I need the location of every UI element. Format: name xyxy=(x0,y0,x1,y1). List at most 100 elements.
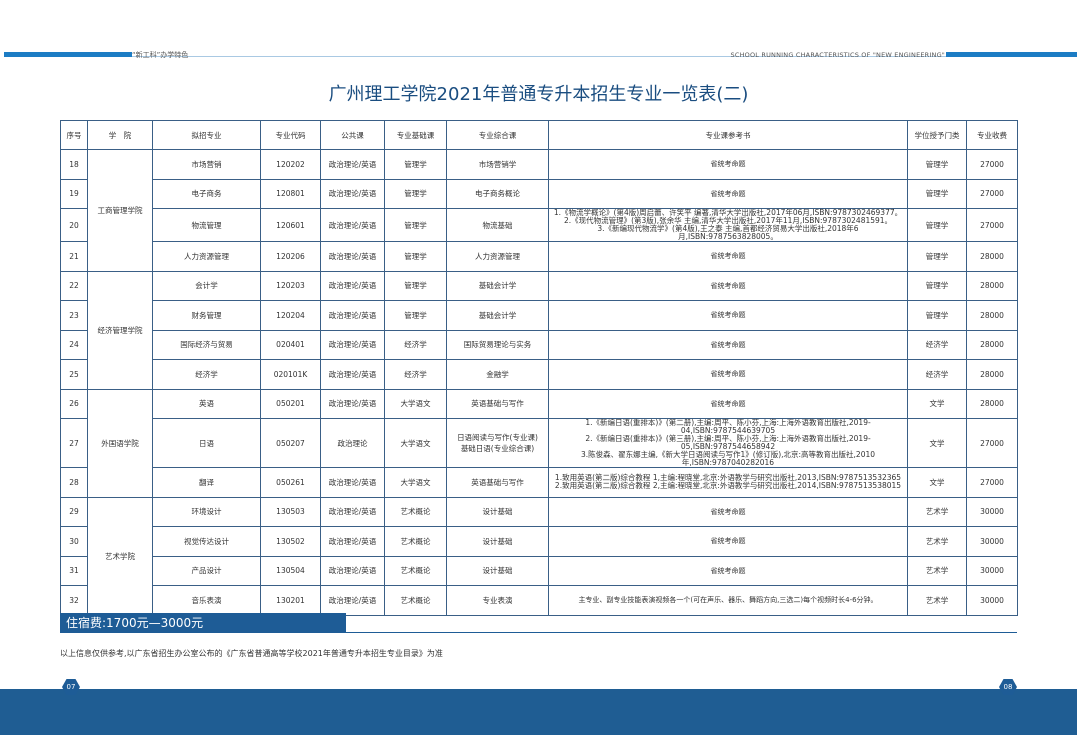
basic-course-cell: 管理学 xyxy=(384,178,447,209)
public-course-cell: 政治理论/英语 xyxy=(320,496,385,527)
column-header: 专业代码 xyxy=(260,120,321,150)
reference-books-cell: 省统考命题 xyxy=(548,359,908,390)
column-header: 公共课 xyxy=(320,120,385,150)
public-course-cell: 政治理论 xyxy=(320,418,385,468)
table-row: 26 外国语学院 英语 050201 政治理论/英语 大学语文 英语基础与写作 省统考命题 文学… xyxy=(60,388,1018,498)
degree-category-cell: 艺术学 xyxy=(907,496,967,527)
reference-books-cell: 省统考命题 xyxy=(548,149,908,180)
table-body: 18 工商管理学院 市场营销 120202 政治理论/英语 管理学 市场营销学 省统考命题 管理… xyxy=(60,149,1018,616)
major-cell: 会计学 xyxy=(152,270,261,301)
tuition-fee-cell: 28000 xyxy=(966,270,1018,301)
comprehensive-course-cell: 国际贸易理论与实务 xyxy=(446,329,549,360)
row-number-cell: 18 xyxy=(60,149,88,180)
row-number-cell: 20 xyxy=(60,208,88,242)
table-row: 19 电子商务 120801 政治理论/英语 管理学 电子商务概论 省统考命题 管理学 2700… xyxy=(60,178,1018,209)
comprehensive-course-cell: 基础会计学 xyxy=(446,270,549,301)
reference-books-cell: 省统考命题 xyxy=(548,496,908,527)
comprehensive-course-cell: 设计基础 xyxy=(446,555,549,586)
basic-course-cell: 管理学 xyxy=(384,270,447,301)
comprehensive-course-cell: 电子商务概论 xyxy=(446,178,549,209)
column-header: 专业课参考书 xyxy=(548,120,908,150)
major-code-cell: 120204 xyxy=(260,300,321,331)
header-section-label: “新工科”办学特色 xyxy=(132,51,189,59)
comprehensive-course-cell: 市场营销学 xyxy=(446,149,549,180)
row-number-cell: 22 xyxy=(60,270,88,301)
table-row: 32 音乐表演 130201 政治理论/英语 艺术概论 专业表演 主专业、副专业技能表演视频… xyxy=(60,585,1018,616)
reference-books-cell: 1.《物流学概论》(第4版)周启蕾、许笑平 编著,清华大学出版社,2017年06… xyxy=(548,208,908,242)
header-accent-bar-right xyxy=(946,52,1077,57)
public-course-cell: 政治理论/英语 xyxy=(320,359,385,390)
basic-course-cell: 艺术概论 xyxy=(384,585,447,616)
column-header: 专业基础课 xyxy=(384,120,447,150)
college-cell: 工商管理学院 xyxy=(87,149,153,272)
row-number-cell: 30 xyxy=(60,526,88,557)
comprehensive-course-cell: 人力资源管理 xyxy=(446,241,549,272)
degree-category-cell: 文学 xyxy=(907,418,967,468)
major-cell: 经济学 xyxy=(152,359,261,390)
major-code-cell: 130502 xyxy=(260,526,321,557)
comprehensive-course-cell: 物流基础 xyxy=(446,208,549,242)
reference-books-cell: 主专业、副专业技能表演视频各一个(可在声乐、器乐、舞蹈方向,三选二)每个视频时长… xyxy=(548,585,908,616)
tuition-fee-cell: 27000 xyxy=(966,208,1018,242)
public-course-cell: 政治理论/英语 xyxy=(320,555,385,586)
tuition-fee-cell: 28000 xyxy=(966,241,1018,272)
major-cell: 英语 xyxy=(152,388,261,419)
table-row: 24 国际经济与贸易 020401 政治理论/英语 经济学 国际贸易理论与实务 省统考命题经… xyxy=(60,329,1018,360)
table-row: 27 日语 050207 政治理论 大学语文 日语阅读与写作(专业课) 基础日语(专业综合… xyxy=(60,418,1018,468)
public-course-cell: 政治理论/英语 xyxy=(320,270,385,301)
column-header: 序号 xyxy=(60,120,88,150)
major-code-cell: 130504 xyxy=(260,555,321,586)
table-row: 21 人力资源管理 120206 政治理论/英语 管理学 人力资源管理 省统考命题 管理学 28… xyxy=(60,241,1018,272)
basic-course-cell: 艺术概论 xyxy=(384,555,447,586)
major-code-cell: 050207 xyxy=(260,418,321,468)
reference-books-cell: 省统考命题 xyxy=(548,178,908,209)
fee-rule xyxy=(346,632,1017,633)
major-code-cell: 120206 xyxy=(260,241,321,272)
major-code-cell: 050201 xyxy=(260,388,321,419)
reference-books-cell: 省统考命题 xyxy=(548,241,908,272)
major-cell: 翻译 xyxy=(152,467,261,498)
major-cell: 音乐表演 xyxy=(152,585,261,616)
table-row: 30 视觉传达设计 130502 政治理论/英语 艺术概论 设计基础 省统考命题 艺术学 300… xyxy=(60,526,1018,557)
tuition-fee-cell: 30000 xyxy=(966,526,1018,557)
major-code-cell: 120203 xyxy=(260,270,321,301)
row-number-cell: 24 xyxy=(60,329,88,360)
column-header: 拟招专业 xyxy=(152,120,261,150)
table-row: 18 工商管理学院 市场营销 120202 政治理论/英语 管理学 市场营销学 省统考命题 管理… xyxy=(60,149,1018,272)
major-code-cell: 120801 xyxy=(260,178,321,209)
basic-course-cell: 管理学 xyxy=(384,300,447,331)
comprehensive-course-cell: 基础会计学 xyxy=(446,300,549,331)
table-header-row: 序号 学 院 拟招专业 专业代码 公共课 专业基础课 专业综合课 专业课参考书 … xyxy=(60,120,1018,150)
table-row: 20 物流管理 120601 政治理论/英语 管理学 物流基础 1.《物流学概论》(第4版)… xyxy=(60,208,1018,242)
reference-books-cell: 省统考命题 xyxy=(548,270,908,301)
table-row: 29 艺术学院 环境设计 130503 政治理论/英语 艺术概论 设计基础 省统考命题 艺术学 3… xyxy=(60,496,1018,616)
degree-category-cell: 艺术学 xyxy=(907,526,967,557)
public-course-cell: 政治理论/英语 xyxy=(320,241,385,272)
table-row: 28 翻译 050261 政治理论/英语 大学语文 英语基础与写作 1.致用英语(第二版)综… xyxy=(60,467,1018,498)
major-cell: 环境设计 xyxy=(152,496,261,527)
degree-category-cell: 艺术学 xyxy=(907,555,967,586)
basic-course-cell: 经济学 xyxy=(384,359,447,390)
major-cell: 视觉传达设计 xyxy=(152,526,261,557)
major-cell: 物流管理 xyxy=(152,208,261,242)
tuition-fee-cell: 30000 xyxy=(966,585,1018,616)
degree-category-cell: 管理学 xyxy=(907,178,967,209)
major-cell: 国际经济与贸易 xyxy=(152,329,261,360)
tuition-fee-cell: 27000 xyxy=(966,178,1018,209)
major-cell: 电子商务 xyxy=(152,178,261,209)
tuition-fee-cell: 28000 xyxy=(966,329,1018,360)
tuition-fee-cell: 27000 xyxy=(966,418,1018,468)
public-course-cell: 政治理论/英语 xyxy=(320,585,385,616)
comprehensive-course-cell: 英语基础与写作 xyxy=(446,388,549,419)
degree-category-cell: 管理学 xyxy=(907,241,967,272)
major-code-cell: 120202 xyxy=(260,149,321,180)
college-cell: 经济管理学院 xyxy=(87,270,153,390)
major-code-cell: 120601 xyxy=(260,208,321,242)
majors-table: 序号 学 院 拟招专业 专业代码 公共课 专业基础课 专业综合课 专业课参考书 … xyxy=(60,120,1018,616)
comprehensive-course-cell: 专业表演 xyxy=(446,585,549,616)
major-code-cell: 020101K xyxy=(260,359,321,390)
major-code-cell: 020401 xyxy=(260,329,321,360)
column-header: 专业收费 xyxy=(966,120,1018,150)
basic-course-cell: 经济学 xyxy=(384,329,447,360)
reference-books-cell: 1.《新编日语(重排本)》(第二册),主编:周平、陈小芬,上海:上海外语教育出版… xyxy=(548,418,908,468)
